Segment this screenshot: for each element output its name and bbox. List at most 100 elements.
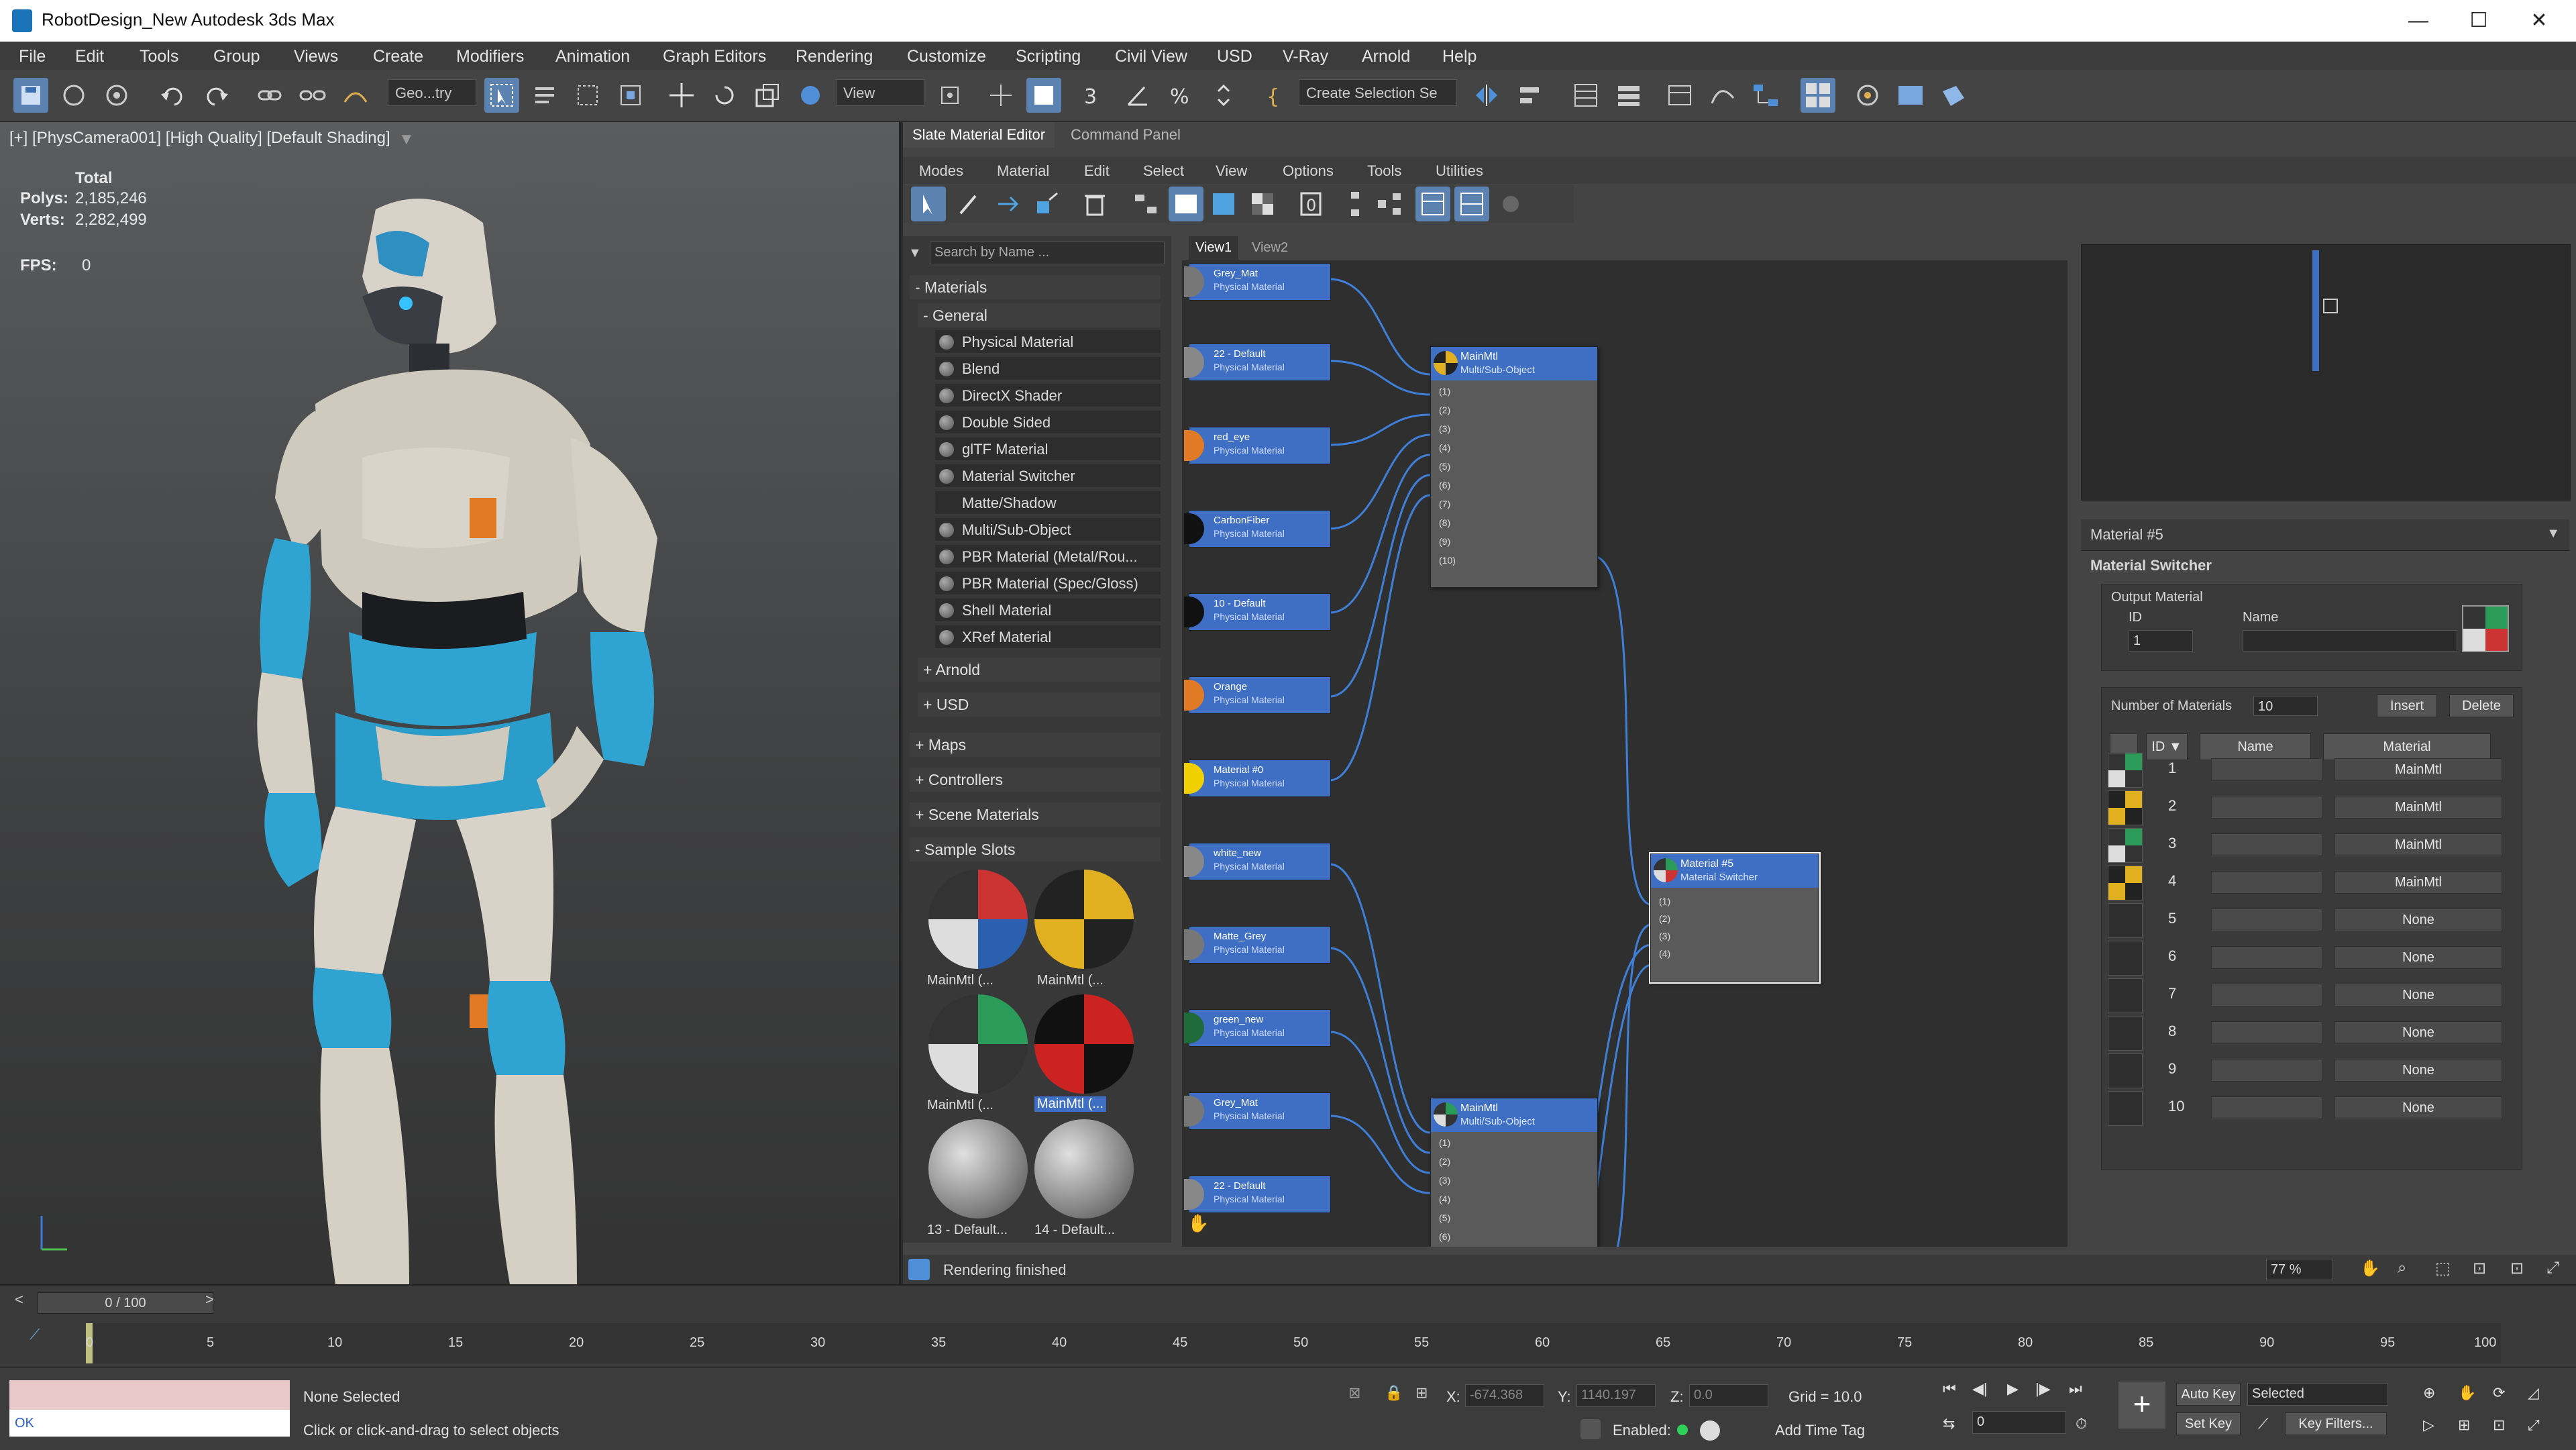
menu-rendering[interactable]: Rendering xyxy=(796,47,873,66)
viewport-zoom-all-icon[interactable]: ⊞ xyxy=(2458,1416,2470,1434)
material-node[interactable]: red_eye Physical Material xyxy=(1184,427,1331,464)
lock-selection-icon[interactable]: 🔒 xyxy=(1385,1384,1403,1402)
material-name-header[interactable]: Material #5 ▼ xyxy=(2081,519,2569,551)
material-button[interactable]: MainMtl xyxy=(2334,758,2502,781)
group-controllers[interactable]: + Controllers xyxy=(910,768,1161,792)
previous-frame-icon[interactable]: ◀| xyxy=(1972,1380,1988,1398)
slate-menu-tools[interactable]: Tools xyxy=(1367,162,1401,180)
group-sample-slots[interactable]: - Sample Slots xyxy=(910,837,1161,862)
close-button[interactable]: ✕ xyxy=(2509,5,2569,36)
table-row[interactable]: 5 None xyxy=(2108,899,2510,938)
delete-selected-icon[interactable] xyxy=(1077,187,1112,221)
node-slot[interactable]: (7) xyxy=(1439,499,1450,509)
node-slot[interactable]: (2) xyxy=(1439,405,1450,415)
key-set-dropdown[interactable]: Selected xyxy=(2247,1383,2388,1406)
tab-view1[interactable]: View1 xyxy=(1189,236,1239,260)
material-node[interactable]: green_new Physical Material xyxy=(1184,1009,1331,1047)
menu-usd[interactable]: USD xyxy=(1217,47,1252,66)
key-filters-button[interactable]: Key Filters... xyxy=(2285,1412,2387,1435)
node-slot[interactable]: (4) xyxy=(1439,442,1450,453)
viewport-walk-icon[interactable]: ▷ xyxy=(2423,1416,2434,1434)
enabled-indicator-icon[interactable] xyxy=(1677,1425,1688,1435)
select-manipulate-icon[interactable] xyxy=(983,78,1018,113)
select-by-material-icon[interactable] xyxy=(1493,187,1528,221)
material-type-item[interactable]: Shell Material xyxy=(935,599,1161,623)
material-type-item[interactable]: Matte/Shadow xyxy=(935,491,1161,515)
tab-view2[interactable]: View2 xyxy=(1252,240,1288,256)
table-row[interactable]: 6 None xyxy=(2108,937,2510,976)
menu-arnold[interactable]: Arnold xyxy=(1362,47,1410,66)
material-node[interactable]: Matte_Grey Physical Material xyxy=(1184,926,1331,964)
material-node[interactable]: 22 - Default Physical Material xyxy=(1184,1176,1331,1213)
set-key-big-button[interactable]: + xyxy=(2118,1382,2165,1429)
material-map-navigator-icon[interactable] xyxy=(1415,187,1450,221)
default-in-out-tangents-icon[interactable]: ⟋ xyxy=(2258,1415,2268,1433)
material-name-field[interactable] xyxy=(2211,871,2322,894)
node-slot[interactable]: (9) xyxy=(1439,536,1450,547)
material-button[interactable]: None xyxy=(2334,984,2502,1006)
table-row[interactable]: 2 MainMtl xyxy=(2108,786,2510,825)
node-slot[interactable]: (1) xyxy=(1439,1137,1450,1148)
key-mode-toggle-icon[interactable]: ⇆ xyxy=(1943,1415,1955,1433)
select-object-icon[interactable] xyxy=(484,78,519,113)
material-type-item[interactable]: PBR Material (Spec/Gloss) xyxy=(935,572,1161,596)
spinner-snap-icon[interactable] xyxy=(1206,78,1241,113)
layout-all-icon[interactable] xyxy=(1338,187,1373,221)
material-type-item[interactable]: Material Switcher xyxy=(935,464,1161,488)
multi-sub-object-node[interactable]: MainMtl Multi/Sub-Object (1) (2) (3) (4)… xyxy=(1430,1098,1598,1247)
z-coordinate-field[interactable]: 0.0 xyxy=(1689,1384,1768,1407)
material-type-item[interactable]: Multi/Sub-Object xyxy=(935,518,1161,542)
snaps-toggle-icon[interactable] xyxy=(99,78,134,113)
insert-button[interactable]: Insert xyxy=(2377,694,2437,717)
add-time-tag[interactable]: Add Time Tag xyxy=(1775,1422,1865,1439)
menu-modifiers[interactable]: Modifiers xyxy=(456,47,524,66)
material-button[interactable]: None xyxy=(2334,1059,2502,1082)
viewport-layout-icon[interactable] xyxy=(56,78,91,113)
viewport-zoom-icon[interactable]: ⊕ xyxy=(2423,1384,2435,1402)
zoom-region-icon[interactable]: ⬚ xyxy=(2435,1259,2451,1278)
slate-menu-modes[interactable]: Modes xyxy=(919,162,963,180)
menu-graph-editors[interactable]: Graph Editors xyxy=(663,47,766,66)
viewport-pan-icon[interactable]: ✋ xyxy=(2458,1384,2476,1402)
scale-icon[interactable] xyxy=(750,78,785,113)
slate-menu-options[interactable]: Options xyxy=(1283,162,1334,180)
node-slot[interactable]: (3) xyxy=(1659,931,1670,941)
percent-snap-icon[interactable]: % xyxy=(1163,78,1198,113)
material-name-field[interactable] xyxy=(2211,1021,2322,1044)
group-general[interactable]: - General xyxy=(918,303,1161,327)
node-slot[interactable]: (3) xyxy=(1439,1175,1450,1186)
prev-frame-arrow-icon[interactable]: < xyxy=(15,1291,30,1311)
time-slider[interactable]: 0 / 100 xyxy=(38,1292,213,1314)
search-input[interactable]: Search by Name ... xyxy=(930,242,1165,264)
material-swatch[interactable] xyxy=(2108,978,2143,1013)
material-button[interactable]: MainMtl xyxy=(2334,833,2502,856)
menu-edit[interactable]: Edit xyxy=(75,47,104,66)
material-swatch[interactable] xyxy=(2108,790,2143,825)
set-key-button[interactable]: Set Key xyxy=(2176,1412,2241,1435)
menu-vray[interactable]: V-Ray xyxy=(1283,47,1328,66)
slate-menu-utilities[interactable]: Utilities xyxy=(1436,162,1483,180)
select-by-name-icon[interactable] xyxy=(527,78,562,113)
selection-filter-dropdown[interactable]: Geo...try xyxy=(388,79,476,106)
sample-slot-sphere[interactable] xyxy=(928,1119,1028,1219)
node-slot[interactable]: (2) xyxy=(1439,1156,1450,1167)
sample-slot-sphere[interactable] xyxy=(1034,1119,1134,1219)
absolute-mode-icon[interactable]: ⊞ xyxy=(1415,1384,1428,1402)
slate-menu-edit[interactable]: Edit xyxy=(1084,162,1110,180)
group-materials[interactable]: - Materials xyxy=(910,275,1161,299)
viewport-zoom-extents-icon[interactable]: ⊡ xyxy=(2493,1416,2505,1434)
perspective-viewport[interactable]: [+] [PhysCamera001] [High Quality] [Defa… xyxy=(0,122,901,1284)
sample-slot-sphere[interactable] xyxy=(928,870,1028,969)
move-icon[interactable] xyxy=(664,78,699,113)
time-config-icon[interactable] xyxy=(1700,1420,1720,1441)
show-shaded-in-viewport-icon[interactable] xyxy=(1206,187,1241,221)
keyboard-shortcut-override-icon[interactable] xyxy=(1026,78,1061,113)
time-configuration-icon[interactable]: ⏱ xyxy=(2076,1415,2087,1433)
node-slot[interactable]: (1) xyxy=(1439,386,1450,397)
material-name-field[interactable] xyxy=(2211,984,2322,1006)
curve-editor-icon[interactable] xyxy=(1705,78,1740,113)
node-header[interactable]: Material #5 Material Switcher xyxy=(1651,854,1819,888)
material-button[interactable]: None xyxy=(2334,1096,2502,1119)
node-header[interactable]: MainMtl Multi/Sub-Object xyxy=(1431,1098,1597,1132)
output-id-spinner[interactable]: 1 xyxy=(2129,630,2193,652)
